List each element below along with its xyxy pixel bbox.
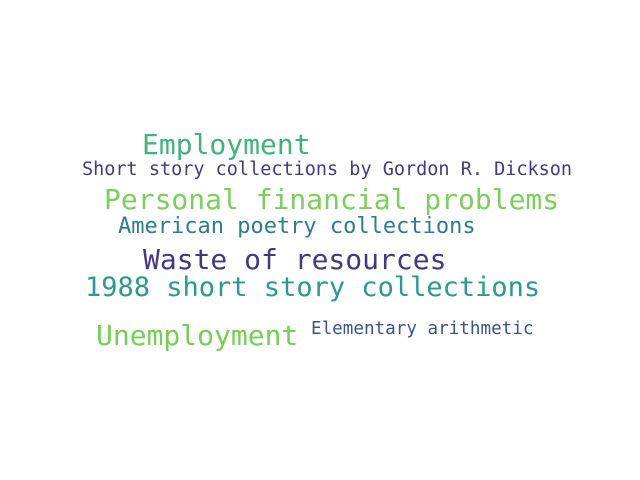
word-waste-of-resources: Waste of resources <box>143 243 447 276</box>
word-1988-short-story-collections: 1988 short story collections <box>85 272 541 303</box>
word-american-poetry-collections: American poetry collections <box>118 214 476 239</box>
word-gordon-dickson-collections: Short story collections by Gordon R. Dic… <box>82 159 573 180</box>
word-personal-financial-problems: Personal financial problems <box>104 183 560 216</box>
word-elementary-arithmetic: Elementary arithmetic <box>311 319 534 339</box>
word-cloud: Employment Short story collections by Go… <box>0 0 640 480</box>
word-employment: Employment <box>142 128 311 161</box>
word-unemployment: Unemployment <box>96 319 299 352</box>
